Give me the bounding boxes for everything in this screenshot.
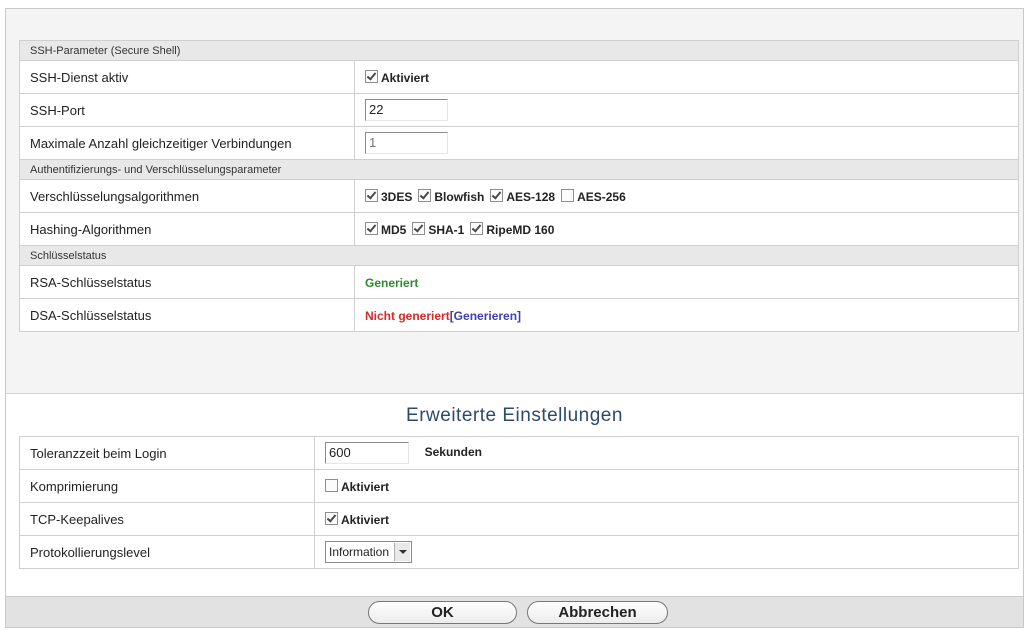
ssh-service-checkbox-label: Aktiviert [381, 70, 430, 85]
section-title-auth: Authentifizierungs- und Verschlüsselungs… [19, 159, 1019, 180]
hashing-md5-label: MD5 [381, 222, 407, 237]
ssh-service-label: SSH-Dienst aktiv [19, 60, 355, 94]
row-compression: Komprimierung Aktiviert [19, 469, 1019, 503]
ssh-parameter-group: SSH-Parameter (Secure Shell) SSH-Dienst … [19, 40, 1019, 332]
compression-label: Komprimierung [19, 469, 315, 503]
row-hashing: Hashing-Algorithmen MD5 SHA-1 RipeMD 160 [19, 212, 1019, 246]
login-tolerance-unit: Sekunden [424, 445, 482, 460]
hashing-sha1-checkbox[interactable] [412, 221, 426, 235]
row-login-tolerance: Toleranzzeit beim Login 600 Sekunden [19, 436, 1019, 470]
encryption-blowfish-label: Blowfish [434, 189, 485, 204]
max-connections-label: Maximale Anzahl gleichzeitiger Verbindun… [19, 126, 355, 160]
encryption-3des-label: 3DES [381, 189, 413, 204]
hashing-ripemd-label: RipeMD 160 [486, 222, 555, 237]
encryption-aes256-checkbox[interactable] [561, 188, 575, 202]
row-log-level: Protokollierungslevel Information [19, 535, 1019, 569]
hashing-sha1-label: SHA-1 [428, 222, 465, 237]
dsa-generate-link[interactable]: [Generieren] [450, 309, 521, 323]
row-ssh-port: SSH-Port 22 [19, 93, 1019, 127]
max-connections-cell: 1 [354, 126, 1019, 160]
ssh-port-cell: 22 [354, 93, 1019, 127]
hashing-md5-checkbox[interactable] [365, 221, 378, 235]
rsa-status-cell: Generiert [354, 265, 1019, 299]
button-bar: OK Abbrechen [6, 596, 1023, 627]
tcp-keepalive-checkbox-label: Aktiviert [341, 512, 390, 527]
rsa-status-value: Generiert [365, 275, 419, 290]
tcp-keepalive-checkbox[interactable] [325, 511, 338, 525]
encryption-label: Verschlüsselungsalgorithmen [19, 179, 355, 213]
encryption-aes128-checkbox[interactable] [490, 188, 504, 202]
log-level-cell: Information [314, 535, 1019, 569]
advanced-settings-title: Erweiterte Einstellungen [406, 405, 623, 426]
tcp-keepalive-cell: Aktiviert [314, 502, 1019, 536]
row-rsa-status: RSA-Schlüsselstatus Generiert [19, 265, 1019, 299]
compression-cell: Aktiviert [314, 469, 1019, 503]
login-tolerance-label: Toleranzzeit beim Login [19, 436, 315, 470]
hashing-ripemd-checkbox[interactable] [470, 221, 484, 235]
hashing-cell: MD5 SHA-1 RipeMD 160 [354, 212, 1019, 246]
section-header-auth: Authentifizierungs- und Verschlüsselungs… [19, 159, 1019, 180]
log-level-label: Protokollierungslevel [19, 535, 315, 569]
encryption-3des-checkbox[interactable] [365, 188, 378, 202]
max-connections-input[interactable]: 1 [365, 132, 448, 154]
cancel-button[interactable]: Abbrechen [527, 601, 668, 624]
advanced-settings-group: Toleranzzeit beim Login 600 Sekunden Kom… [19, 436, 1019, 569]
row-encryption: Verschlüsselungsalgorithmen 3DES Blowfish… [19, 179, 1019, 213]
dsa-status-cell: Nicht generiert[Generieren] [354, 298, 1019, 332]
ssh-parameter-table: SSH-Parameter (Secure Shell) SSH-Dienst … [19, 40, 1019, 332]
ssh-port-input[interactable]: 22 [365, 99, 448, 121]
row-ssh-service: SSH-Dienst aktiv Aktiviert [19, 60, 1019, 94]
encryption-aes128-label: AES-128 [506, 189, 556, 204]
row-max-connections: Maximale Anzahl gleichzeitiger Verbindun… [19, 126, 1019, 160]
section-title-keys: Schlüsselstatus [19, 245, 1019, 266]
tcp-keepalive-label: TCP-Keepalives [19, 502, 315, 536]
encryption-cell: 3DES Blowfish AES-128 AES-256 [354, 179, 1019, 213]
row-tcp-keepalive: TCP-Keepalives Aktiviert [19, 502, 1019, 536]
ssh-settings-panel: SSH-Parameter (Secure Shell) SSH-Dienst … [5, 8, 1024, 628]
row-dsa-status: DSA-Schlüsselstatus Nicht generiert[Gene… [19, 298, 1019, 332]
encryption-aes256-label: AES-256 [577, 189, 626, 204]
log-level-select[interactable]: Information [325, 541, 413, 563]
ssh-service-cell: Aktiviert [354, 60, 1019, 94]
chevron-down-icon[interactable] [394, 543, 411, 561]
advanced-settings-table: Toleranzzeit beim Login 600 Sekunden Kom… [19, 436, 1019, 569]
ssh-service-checkbox[interactable] [365, 69, 378, 83]
dsa-status-value: Nicht generiert [365, 308, 450, 323]
encryption-blowfish-checkbox[interactable] [418, 188, 432, 202]
login-tolerance-input[interactable]: 600 [325, 442, 409, 464]
compression-checkbox-label: Aktiviert [341, 479, 390, 494]
section-title-ssh: SSH-Parameter (Secure Shell) [19, 40, 1019, 61]
compression-checkbox[interactable] [325, 478, 338, 492]
hashing-label: Hashing-Algorithmen [19, 212, 355, 246]
dsa-status-label: DSA-Schlüsselstatus [19, 298, 355, 332]
section-header-keys: Schlüsselstatus [19, 245, 1019, 266]
ssh-port-label: SSH-Port [19, 93, 355, 127]
log-level-value: Information [329, 545, 390, 559]
ok-button[interactable]: OK [368, 601, 517, 624]
rsa-status-label: RSA-Schlüsselstatus [19, 265, 355, 299]
login-tolerance-cell: 600 Sekunden [314, 436, 1019, 470]
section-header-ssh: SSH-Parameter (Secure Shell) [19, 40, 1019, 61]
